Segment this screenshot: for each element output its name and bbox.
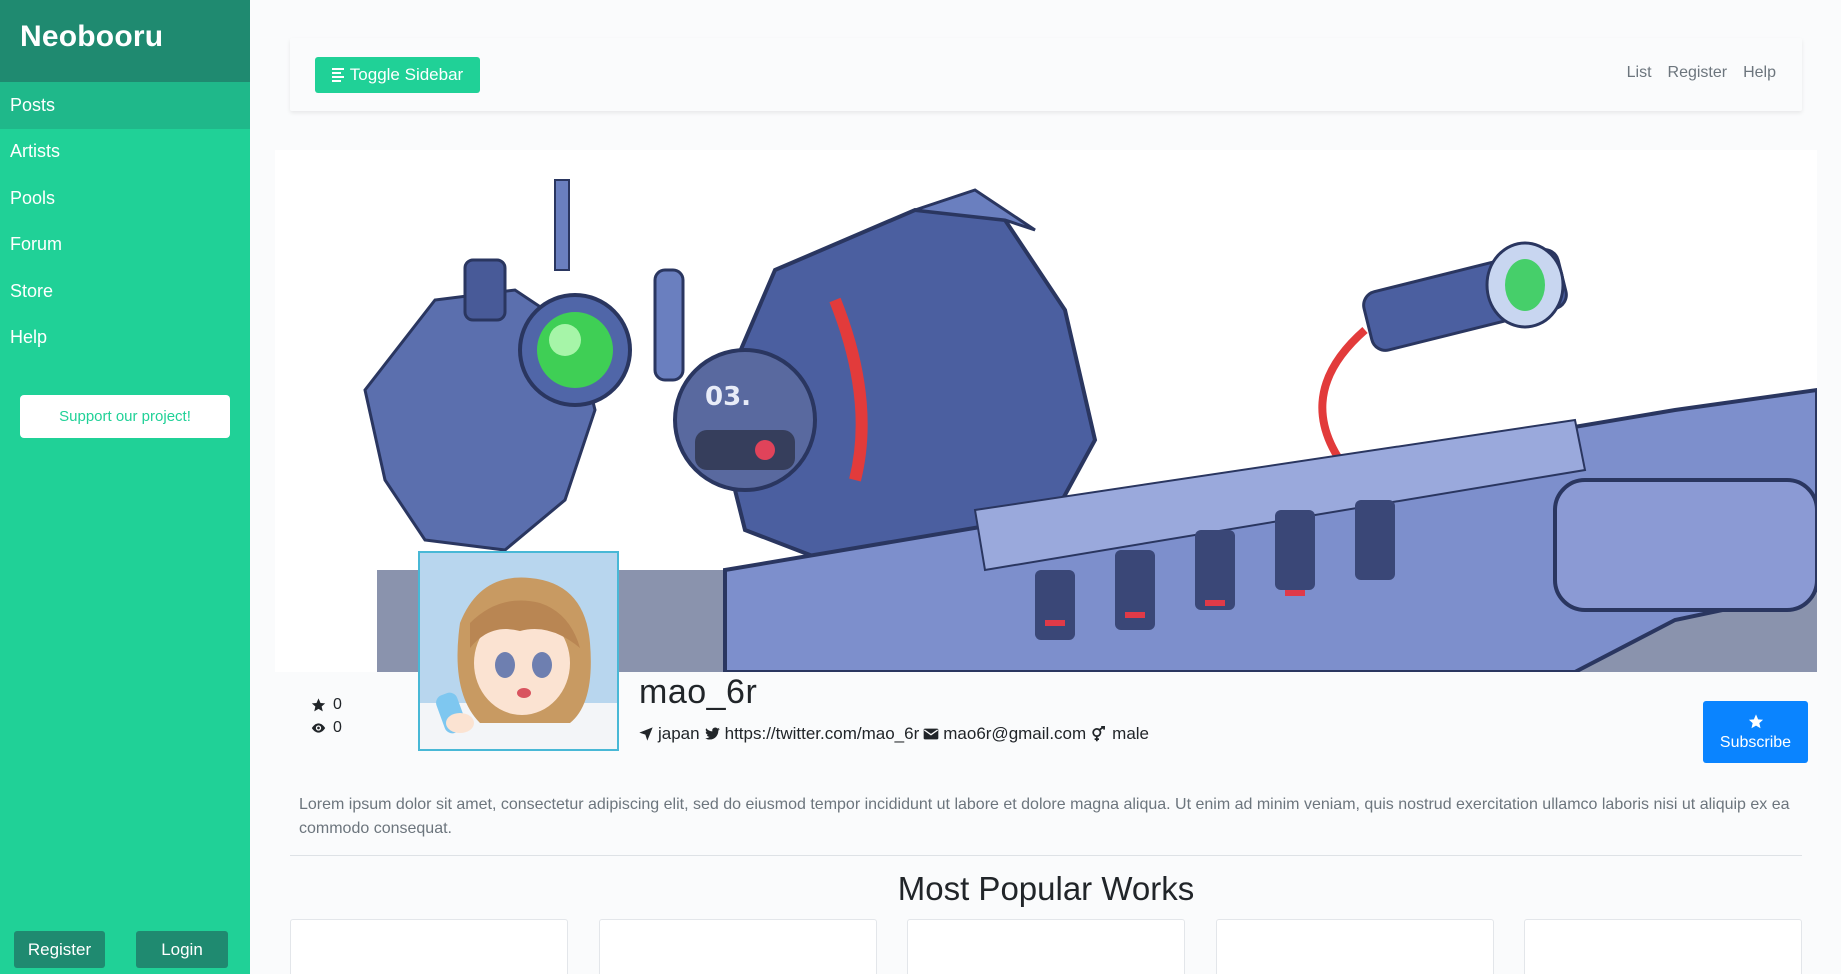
sidebar-item-store[interactable]: Store	[0, 268, 250, 315]
artist-location: japan	[658, 724, 700, 743]
popular-works-grid	[290, 919, 1802, 974]
artist-meta: japan https://twitter.com/mao_6r mao6r@g…	[638, 724, 1149, 744]
artist-username: mao_6r	[639, 673, 758, 711]
artist-bio: Lorem ipsum dolor sit amet, consectetur …	[299, 796, 1790, 837]
artist-avatar	[418, 551, 619, 751]
artist-twitter-link[interactable]: https://twitter.com/mao_6r	[725, 724, 920, 744]
artist-email[interactable]: mao6r@gmail.com	[943, 724, 1086, 744]
avatar-illustration	[420, 553, 617, 749]
sidebar-item-forum[interactable]: Forum	[0, 222, 250, 269]
login-button[interactable]: Login	[136, 931, 228, 968]
top-links: List Register Help	[1627, 64, 1776, 82]
top-link-register[interactable]: Register	[1668, 64, 1728, 82]
gender-icon	[1090, 726, 1108, 742]
sidebar-item-artists[interactable]: Artists	[0, 129, 250, 176]
location-arrow-icon	[638, 726, 654, 742]
star-icon	[1748, 713, 1763, 728]
profile-stats: 0 0	[310, 693, 342, 739]
twitter-icon	[704, 726, 721, 742]
views-count: 0	[333, 719, 342, 736]
popular-works-title: Most Popular Works	[897, 870, 1195, 907]
support-project-button[interactable]: Support our project!	[20, 395, 230, 438]
star-icon	[311, 697, 326, 711]
work-card[interactable]	[907, 919, 1185, 974]
work-card[interactable]	[1524, 919, 1802, 974]
work-card[interactable]	[598, 919, 877, 974]
toggle-sidebar-button[interactable]: Toggle Sidebar	[315, 57, 480, 93]
eye-icon	[311, 722, 326, 733]
brand-logo[interactable]: Neobooru	[0, 0, 250, 82]
register-button[interactable]: Register	[14, 931, 105, 968]
favorites-count: 0	[333, 696, 342, 713]
artist-gender: male	[1112, 724, 1150, 743]
section-divider	[290, 855, 1802, 856]
top-link-list[interactable]: List	[1627, 64, 1652, 82]
sidebar-nav: Posts Artists Pools Forum Store Help	[0, 82, 250, 361]
favorites-stat: 0	[310, 693, 342, 716]
views-stat: 0	[310, 716, 342, 739]
toggle-sidebar-label: Toggle Sidebar	[349, 65, 464, 84]
hamburger-icon	[331, 68, 344, 82]
work-card[interactable]	[1215, 919, 1494, 974]
sidebar-item-help[interactable]: Help	[0, 315, 250, 362]
sidebar-item-posts[interactable]: Posts	[0, 82, 250, 129]
top-link-help[interactable]: Help	[1743, 64, 1776, 82]
work-card[interactable]	[290, 919, 568, 974]
subscribe-label: Subscribe	[1719, 733, 1792, 751]
svg-text:03.: 03.	[705, 382, 751, 412]
top-navbar: Toggle Sidebar List Register Help	[290, 38, 1802, 111]
sidebar: Neobooru Posts Artists Pools Forum Store…	[0, 0, 250, 974]
sidebar-item-pools[interactable]: Pools	[0, 175, 250, 222]
envelope-icon	[923, 727, 939, 741]
subscribe-button[interactable]: Subscribe	[1703, 701, 1808, 763]
